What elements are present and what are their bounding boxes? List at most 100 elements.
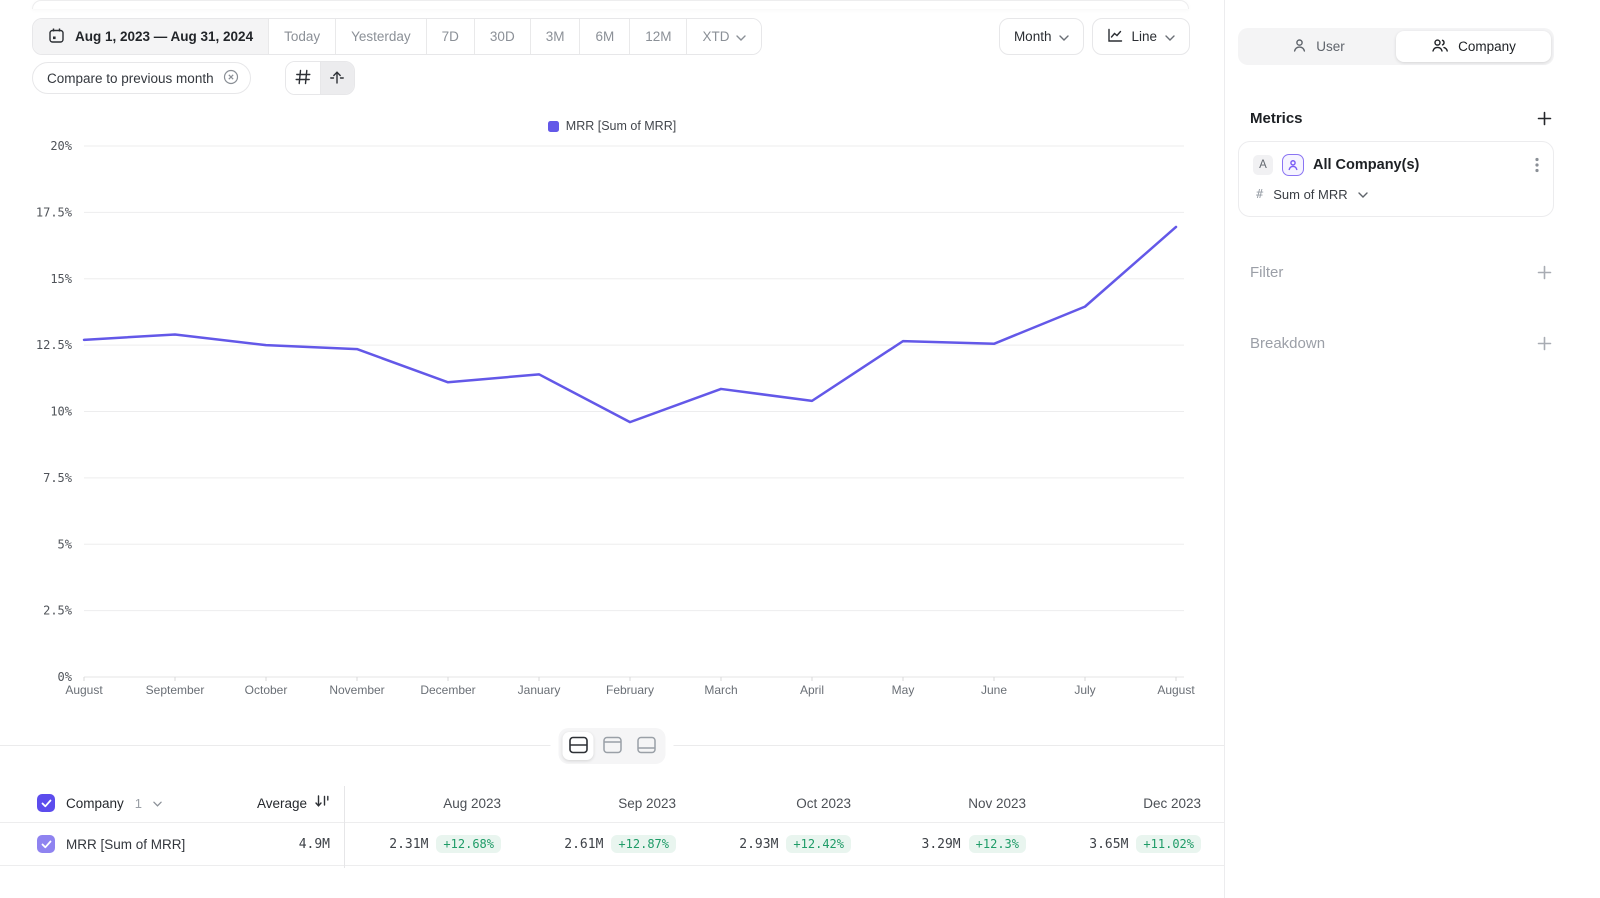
svg-text:November: November xyxy=(329,683,384,697)
main-panel: Aug 1, 2023 — Aug 31, 2024 Today Yesterd… xyxy=(0,0,1224,898)
preset-30d[interactable]: 30D xyxy=(475,19,531,54)
layout-split-button[interactable] xyxy=(563,732,594,760)
preset-xtd-dropdown[interactable]: XTD xyxy=(687,19,761,54)
chevron-down-icon[interactable] xyxy=(153,794,162,812)
layout-header-icon xyxy=(602,736,622,757)
line-chart-icon xyxy=(1107,28,1123,46)
svg-text:August: August xyxy=(65,683,103,697)
chevron-down-icon xyxy=(1059,29,1069,44)
month-header: Aug 2023 xyxy=(443,796,501,811)
svg-text:July: July xyxy=(1074,683,1095,697)
aggregation-selector[interactable]: # Sum of MRR xyxy=(1253,185,1541,203)
select-all-checkbox[interactable] xyxy=(37,794,55,812)
metric-letter-badge: A xyxy=(1253,155,1273,175)
granularity-dropdown[interactable]: Month xyxy=(999,18,1085,55)
average-value: 4.9M xyxy=(299,837,330,852)
legend-swatch xyxy=(548,121,559,132)
add-breakdown-button[interactable] xyxy=(1535,334,1554,353)
svg-text:October: October xyxy=(245,683,288,697)
preset-today[interactable]: Today xyxy=(269,19,336,54)
svg-text:June: June xyxy=(981,683,1007,697)
svg-text:2.5%: 2.5% xyxy=(43,604,73,618)
svg-text:May: May xyxy=(892,683,915,697)
legend-label: MRR [Sum of MRR] xyxy=(566,119,676,133)
table-cell: 3.65M +11.02% xyxy=(1045,835,1220,853)
svg-text:7.5%: 7.5% xyxy=(43,471,73,485)
delta-badge: +12.68% xyxy=(436,835,501,853)
gridlines-toggle-button[interactable] xyxy=(286,62,320,94)
chart-controls: Month Line xyxy=(999,18,1190,55)
svg-text:12.5%: 12.5% xyxy=(36,338,73,352)
average-header-label: Average xyxy=(257,796,307,811)
toolbar-secondary: Compare to previous month xyxy=(32,61,355,95)
metrics-section-header: Metrics xyxy=(1238,109,1554,128)
date-range-label: Aug 1, 2023 — Aug 31, 2024 xyxy=(75,29,253,44)
calendar-icon xyxy=(48,27,65,47)
company-entity-icon xyxy=(1282,154,1304,176)
chart-option-toggles xyxy=(285,61,355,95)
number-type-icon: # xyxy=(1256,187,1263,201)
month-header: Sep 2023 xyxy=(618,796,676,811)
layout-footer-icon xyxy=(636,736,656,757)
svg-text:January: January xyxy=(518,683,561,697)
compare-chip-label: Compare to previous month xyxy=(47,71,214,86)
mrr-line-chart[interactable]: 0%2.5%5%7.5%10%12.5%15%17.5%20%AugustSep… xyxy=(0,138,1224,713)
metrics-title: Metrics xyxy=(1250,110,1303,127)
row-checkbox[interactable] xyxy=(37,835,55,853)
table-cell: 2.61M +12.87% xyxy=(520,835,695,853)
breakdown-label: Breakdown xyxy=(1250,335,1325,352)
metric-row-label: MRR [Sum of MRR] xyxy=(66,837,185,852)
table-column-divider xyxy=(344,786,345,868)
preset-7d[interactable]: 7D xyxy=(427,19,475,54)
panel-top-edge xyxy=(32,0,1189,9)
delta-badge: +12.3% xyxy=(969,835,1026,853)
svg-text:17.5%: 17.5% xyxy=(36,205,73,219)
chart-type-dropdown[interactable]: Line xyxy=(1092,18,1190,55)
svg-text:December: December xyxy=(420,683,475,697)
metric-menu-button[interactable] xyxy=(1533,155,1541,175)
entity-count: 1 xyxy=(135,796,142,811)
svg-text:March: March xyxy=(704,683,737,697)
arrow-up-from-line-icon xyxy=(329,69,345,88)
metric-card[interactable]: A All Company(s) # Sum of MRR xyxy=(1238,141,1554,217)
metric-name: All Company(s) xyxy=(1313,157,1524,173)
breakdown-section: Breakdown xyxy=(1238,334,1554,353)
aggregation-label: Sum of MRR xyxy=(1273,187,1347,202)
table-cell: 2.31M +12.68% xyxy=(345,835,520,853)
compare-chip[interactable]: Compare to previous month xyxy=(32,62,251,94)
svg-text:5%: 5% xyxy=(58,537,73,551)
table-header-row: Company 1 Average Aug xyxy=(0,784,1224,823)
filter-label: Filter xyxy=(1250,264,1283,281)
tab-user[interactable]: User xyxy=(1241,31,1396,62)
goal-line-toggle-button[interactable] xyxy=(320,62,354,94)
preset-6m[interactable]: 6M xyxy=(580,19,630,54)
toolbar: Aug 1, 2023 — Aug 31, 2024 Today Yesterd… xyxy=(32,18,1190,55)
company-icon xyxy=(1431,38,1449,56)
date-range-button[interactable]: Aug 1, 2023 — Aug 31, 2024 xyxy=(33,19,269,54)
sort-icon[interactable] xyxy=(314,794,330,813)
preset-yesterday[interactable]: Yesterday xyxy=(336,19,427,54)
month-header: Dec 2023 xyxy=(1143,796,1201,811)
table-cell: 2.93M +12.42% xyxy=(695,835,870,853)
table-row[interactable]: MRR [Sum of MRR] 4.9M 2.31M +12.68% 2.61… xyxy=(0,823,1224,866)
grid-icon xyxy=(295,69,311,88)
chevron-down-icon xyxy=(736,29,746,44)
svg-text:August: August xyxy=(1157,683,1195,697)
add-metric-button[interactable] xyxy=(1535,109,1554,128)
svg-text:15%: 15% xyxy=(50,272,72,286)
delta-badge: +12.87% xyxy=(611,835,676,853)
filter-section: Filter xyxy=(1238,263,1554,282)
layout-chart-only-button[interactable] xyxy=(597,732,628,760)
preset-12m[interactable]: 12M xyxy=(630,19,687,54)
add-filter-button[interactable] xyxy=(1535,263,1554,282)
tab-company[interactable]: Company xyxy=(1396,31,1551,62)
preset-3m[interactable]: 3M xyxy=(531,19,581,54)
entity-header-label: Company xyxy=(66,796,124,811)
layout-table-only-button[interactable] xyxy=(631,732,662,760)
entity-tabs: User Company xyxy=(1238,28,1554,65)
remove-compare-icon[interactable] xyxy=(223,69,239,88)
layout-toggle-group xyxy=(559,728,666,764)
chevron-down-icon xyxy=(1165,29,1175,44)
svg-text:10%: 10% xyxy=(50,405,72,419)
svg-text:September: September xyxy=(146,683,205,697)
